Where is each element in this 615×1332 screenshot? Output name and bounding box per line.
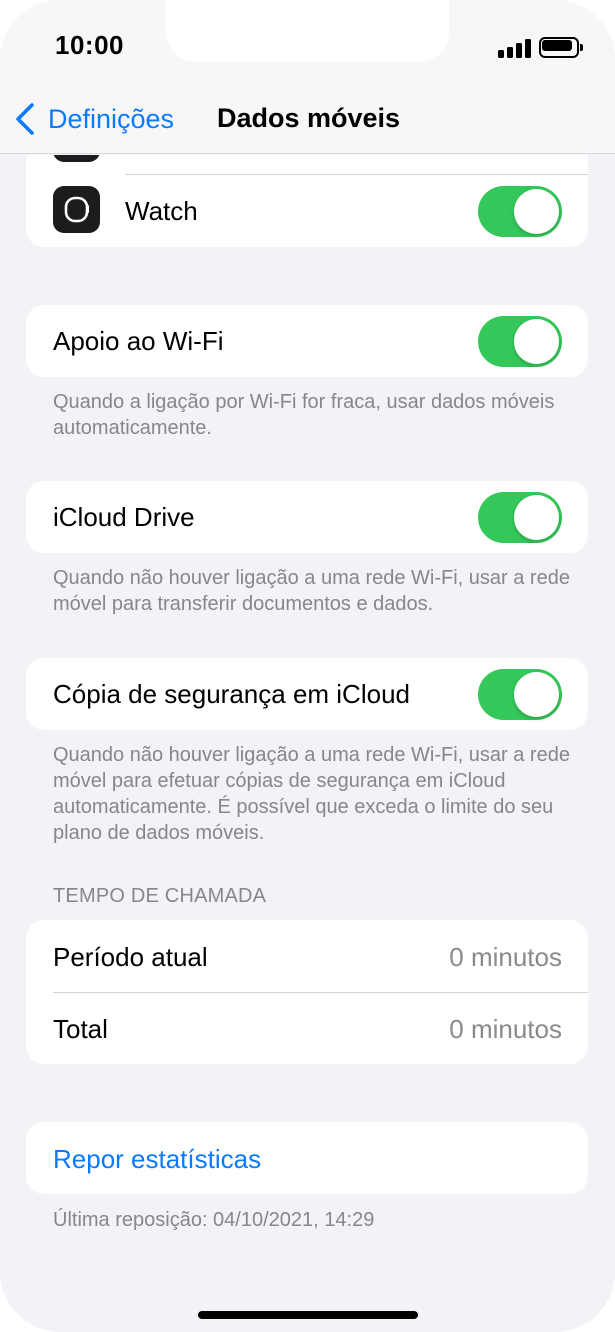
chevron-left-icon [16,103,34,135]
back-button-label: Definições [48,103,175,134]
current-period-value: 0 minutos [449,942,562,972]
last-reset-footer: Última reposição: 04/10/2021, 14:29 [53,1209,375,1231]
wifi-assist-footer: Quando a ligação por Wi-Fi for fraca, us… [53,391,555,439]
settings-list[interactable]: Watch Apoio ao Wi-Fi Quando a ligação po… [0,155,615,1332]
icloud-backup-footer: Quando não houver ligação a uma rede Wi-… [53,744,570,844]
watch-toggle[interactable] [478,186,562,237]
app-icon [53,155,100,162]
wifi-assist-label: Apoio ao Wi-Fi [53,326,224,356]
call-time-group: Período atual 0 minutos Total 0 minutos [26,920,588,1064]
status-time: 10:00 [55,30,124,60]
icloud-backup-group: Cópia de segurança em iCloud [26,658,588,730]
navigation-bar: Definições Dados móveis [0,96,615,154]
reset-statistics-button[interactable]: Repor estatísticas [53,1144,261,1175]
total-label: Total [53,1014,108,1044]
total-value: 0 minutos [449,1014,562,1044]
list-item-watch[interactable]: Watch [26,175,588,247]
page-title: Dados móveis [217,103,401,133]
wifi-assist-toggle[interactable] [478,316,562,367]
watch-app-icon [53,186,100,233]
battery-icon [539,37,583,58]
reset-group: Repor estatísticas [26,1122,588,1194]
wifi-assist-group: Apoio ao Wi-Fi [26,305,588,377]
back-button[interactable]: Definições [14,101,174,137]
screen: 10:00 Definições Dados móveis Watch Apoi… [0,0,615,1332]
icloud-drive-group: iCloud Drive [26,481,588,553]
home-indicator[interactable] [198,1311,418,1319]
call-time-header: TEMPO DE CHAMADA [53,885,267,907]
current-period-label: Período atual [53,942,208,972]
cellular-signal-icon [498,38,531,58]
icloud-backup-toggle[interactable] [478,669,562,720]
icloud-backup-label: Cópia de segurança em iCloud [53,679,410,709]
notch [166,0,449,62]
icloud-drive-label: iCloud Drive [53,502,195,532]
icloud-drive-toggle[interactable] [478,492,562,543]
icloud-drive-footer: Quando não houver ligação a uma rede Wi-… [53,567,570,615]
call-time-total-row: Total 0 minutos [26,992,588,1064]
status-bar: 10:00 [0,0,615,96]
apps-group: Watch [26,155,588,247]
call-time-current-row: Período atual 0 minutos [26,920,588,992]
watch-label: Watch [125,196,198,226]
